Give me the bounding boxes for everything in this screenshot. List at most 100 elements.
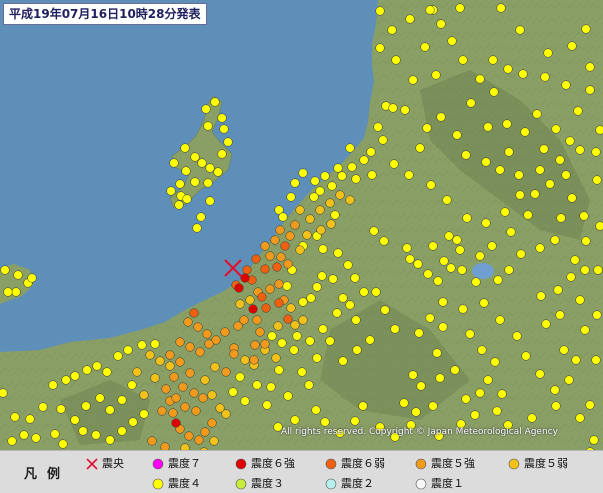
station-dot-shindo-4 [337, 171, 347, 181]
station-dot-shindo-4 [182, 194, 192, 204]
station-dot-shindo-4 [312, 353, 322, 363]
station-dot-shindo-4 [502, 119, 512, 129]
station-dot-shindo-4 [27, 273, 37, 283]
station-dot-shindo-4 [550, 385, 560, 395]
station-dot-shindo-4 [425, 313, 435, 323]
station-dot-shindo-4 [389, 159, 399, 169]
station-dot-shindo-4 [190, 177, 200, 187]
station-dot-shindo-4 [359, 155, 369, 165]
station-dot-shindo-4 [585, 62, 595, 72]
station-dot-shindo-4 [475, 388, 485, 398]
station-dot-shindo-4 [483, 122, 493, 132]
station-dot-shindo-5- [209, 436, 219, 446]
station-dot-shindo-4 [325, 336, 335, 346]
station-dot-shindo-4 [487, 241, 497, 251]
station-dot-shindo-5+ [185, 368, 195, 378]
station-dot-shindo-4 [95, 393, 105, 403]
station-dot-shindo-5+ [198, 393, 208, 403]
station-dot-shindo-5+ [160, 442, 170, 450]
station-dot-shindo-4 [561, 170, 571, 180]
station-dot-shindo-4 [516, 249, 526, 259]
station-dot-shindo-5+ [229, 349, 239, 359]
station-dot-shindo-6- [274, 298, 284, 308]
station-dot-shindo-4 [105, 405, 115, 415]
station-dot-shindo-4 [137, 340, 147, 350]
station-dot-shindo-4 [466, 98, 476, 108]
station-dot-shindo-5+ [168, 408, 178, 418]
station-dot-shindo-4 [580, 325, 590, 335]
station-dot-shindo-4 [458, 304, 468, 314]
station-dot-shindo-4 [579, 211, 589, 221]
inawashiro-lake [472, 263, 494, 279]
station-dot-shindo-5- [210, 362, 220, 372]
station-dot-shindo-4 [422, 123, 432, 133]
station-dot-shindo-4 [310, 176, 320, 186]
station-dot-shindo-4 [203, 178, 213, 188]
station-dot-shindo-4 [205, 163, 215, 173]
station-dot-shindo-4 [495, 165, 505, 175]
station-dot-shindo-5+ [175, 337, 185, 347]
station-dot-shindo-5- [302, 230, 312, 240]
station-dot-shindo-5- [295, 245, 305, 255]
map-canvas [0, 0, 603, 450]
station-dot-shindo-4 [350, 416, 360, 426]
station-dot-shindo-4 [343, 260, 353, 270]
station-dot-shindo-4 [428, 241, 438, 251]
station-dot-shindo-4 [515, 190, 525, 200]
intensity-dot-icon [152, 478, 164, 490]
station-dot-shindo-4 [431, 70, 441, 80]
station-dot-shindo-4 [426, 180, 436, 190]
station-dot-shindo-4 [444, 231, 454, 241]
intensity-dot-icon [415, 458, 427, 470]
station-dot-shindo-4 [70, 371, 80, 381]
station-dot-shindo-4 [518, 69, 528, 79]
station-dot-shindo-5+ [180, 402, 190, 412]
station-dot-shindo-4 [205, 196, 215, 206]
intensity-dot-icon [415, 478, 427, 490]
station-dot-shindo-4 [400, 105, 410, 115]
station-dot-shindo-4 [565, 136, 575, 146]
station-dot-shindo-4 [262, 400, 272, 410]
station-dot-shindo-5+ [276, 252, 286, 262]
station-dot-shindo-4 [169, 158, 179, 168]
station-dot-shindo-4 [423, 269, 433, 279]
station-dot-shindo-4 [298, 297, 308, 307]
station-dot-shindo-4 [452, 235, 462, 245]
station-dot-shindo-4 [405, 14, 415, 24]
station-dot-shindo-5- [316, 225, 326, 235]
station-dot-shindo-5+ [202, 329, 212, 339]
station-dot-shindo-4 [564, 375, 574, 385]
intensity-dot-icon [235, 478, 247, 490]
station-dot-shindo-5+ [250, 340, 260, 350]
station-dot-shindo-4 [556, 213, 566, 223]
station-dot-shindo-4 [450, 365, 460, 375]
station-dot-shindo-4 [113, 351, 123, 361]
station-dot-shindo-4 [92, 361, 102, 371]
station-dot-shindo-4 [575, 145, 585, 155]
station-dot-shindo-5- [145, 350, 155, 360]
station-dot-shindo-4 [309, 192, 319, 202]
station-dot-shindo-5+ [183, 317, 193, 327]
station-dot-shindo-4 [289, 345, 299, 355]
station-dot-shindo-4 [391, 55, 401, 65]
cross-icon [86, 458, 98, 470]
station-dot-shindo-5- [207, 390, 217, 400]
station-dot-shindo-4 [350, 273, 360, 283]
station-dot-shindo-4 [19, 430, 29, 440]
station-dot-shindo-4 [481, 218, 491, 228]
station-dot-shindo-4 [330, 210, 340, 220]
station-dot-shindo-5+ [195, 347, 205, 357]
station-dot-shindo-5- [295, 205, 305, 215]
station-dot-shindo-4 [379, 236, 389, 246]
station-dot-shindo-4 [56, 404, 66, 414]
station-dot-shindo-4 [388, 103, 398, 113]
station-dot-shindo-4 [425, 5, 435, 15]
station-dot-shindo-4 [380, 305, 390, 315]
station-dot-shindo-4 [495, 315, 505, 325]
station-dot-shindo-4 [3, 287, 13, 297]
station-dot-shindo-4 [461, 150, 471, 160]
station-dot-shindo-4 [446, 263, 456, 273]
station-dot-shindo-4 [408, 75, 418, 85]
station-dot-shindo-4 [415, 143, 425, 153]
station-dot-shindo-4 [10, 412, 20, 422]
